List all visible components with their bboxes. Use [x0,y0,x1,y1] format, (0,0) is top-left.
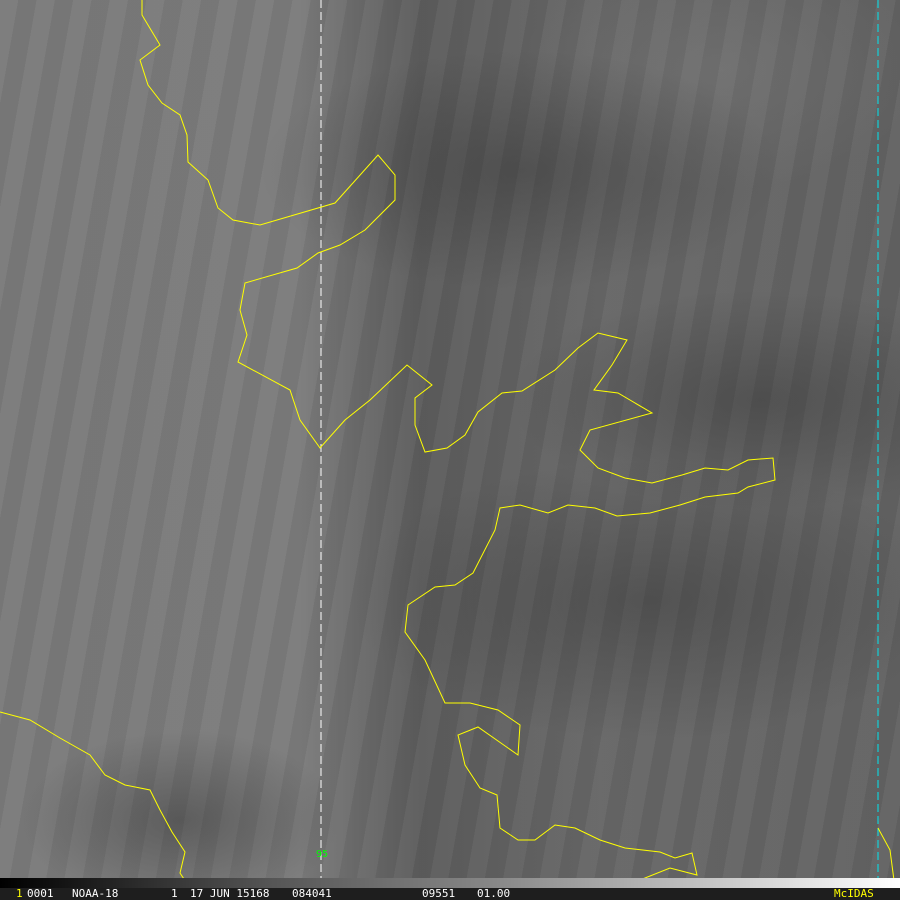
map-overlay [0,0,896,888]
frame-number: 1 [16,887,23,900]
image-info-bar: 1 0001 NOAA-18 1 17 JUN 15168 084041 095… [0,888,900,900]
center-id: 09551 [422,887,456,900]
band-number: 1 [171,887,178,900]
magnification: 01.00 [477,887,511,900]
coastline-main [139,0,776,888]
coastline-southwest [0,711,191,888]
satellite-image-view[interactable]: 95 1 0001 NOAA-18 1 17 JUN 15168 084041 … [0,0,900,900]
frame-id: 0001 [27,887,54,900]
image-date: 17 JUN 15168 [190,887,270,900]
grid-label: 95 [316,849,329,860]
image-time: 084041 [292,887,332,900]
satellite-name: NOAA-18 [72,887,119,900]
mcidas-brand: McIDAS [834,887,874,900]
